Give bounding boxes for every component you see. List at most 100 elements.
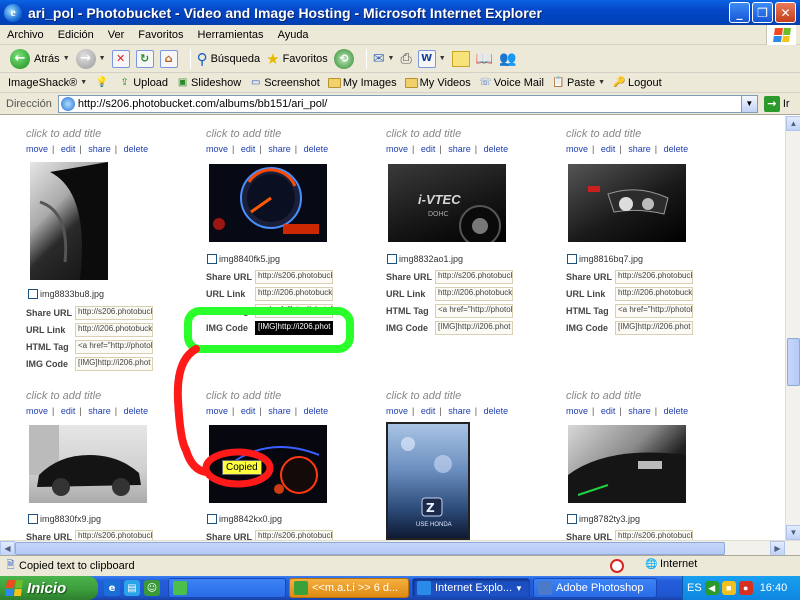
thumbnail-image[interactable] bbox=[568, 164, 686, 242]
discuss-button[interactable] bbox=[451, 50, 470, 67]
favorites-button[interactable]: ★ Favoritos bbox=[266, 50, 328, 68]
home-button[interactable]: ⌂ bbox=[159, 49, 178, 68]
img-code-field-selected[interactable]: [IMG]http://i206.phot bbox=[255, 321, 333, 335]
select-checkbox[interactable] bbox=[567, 514, 577, 524]
thumbnail-image[interactable] bbox=[29, 425, 147, 503]
select-checkbox[interactable] bbox=[207, 254, 217, 264]
imageshack-menu[interactable]: ImageShack® ▼ bbox=[8, 77, 87, 89]
url-link-field[interactable]: http://i206.photobuck bbox=[435, 287, 513, 301]
share-link[interactable]: share bbox=[88, 406, 111, 416]
menu-favoritos[interactable]: Favoritos bbox=[131, 29, 190, 41]
select-checkbox[interactable] bbox=[28, 289, 38, 299]
edit-link[interactable]: edit bbox=[241, 144, 256, 154]
menu-edicion[interactable]: Edición bbox=[51, 29, 101, 41]
move-link[interactable]: move bbox=[206, 144, 228, 154]
menu-herramientas[interactable]: Herramientas bbox=[191, 29, 271, 41]
move-link[interactable]: move bbox=[566, 406, 588, 416]
forward-button[interactable]: → ▼ bbox=[75, 48, 106, 69]
select-checkbox[interactable] bbox=[28, 514, 38, 524]
move-link[interactable]: move bbox=[26, 406, 48, 416]
scroll-left-icon[interactable]: ◀ bbox=[0, 541, 15, 556]
stop-button[interactable]: ✕ bbox=[111, 49, 130, 68]
logout-link[interactable]: 🔑 Logout bbox=[613, 77, 661, 89]
share-link[interactable]: share bbox=[448, 144, 471, 154]
share-link[interactable]: share bbox=[268, 144, 291, 154]
my-videos-link[interactable]: My Videos bbox=[404, 77, 471, 89]
move-link[interactable]: move bbox=[206, 406, 228, 416]
taskbar-item-messenger[interactable] bbox=[168, 578, 286, 598]
thumbnail-image[interactable] bbox=[209, 164, 327, 242]
messenger-quicklaunch-icon[interactable]: ☺ bbox=[144, 580, 160, 596]
thumbnail-image[interactable]: Z USE HONDA bbox=[386, 422, 470, 540]
edit-link[interactable]: edit bbox=[241, 406, 256, 416]
url-link-field[interactable]: http://i206.photobuck bbox=[75, 323, 153, 337]
thumbnail-image[interactable] bbox=[568, 425, 686, 503]
ie-quicklaunch-icon[interactable]: e bbox=[104, 580, 120, 596]
delete-link[interactable]: delete bbox=[484, 144, 509, 154]
upload-link[interactable]: ⇪ Upload bbox=[118, 77, 168, 89]
scroll-right-icon[interactable]: ▶ bbox=[770, 541, 785, 556]
move-link[interactable]: move bbox=[566, 144, 588, 154]
img-code-field[interactable]: [IMG]http://i206.phot bbox=[435, 321, 513, 335]
paste-menu[interactable]: 📋 Paste ▼ bbox=[552, 77, 605, 89]
vertical-scrollbar[interactable]: ▲ ▼ bbox=[785, 116, 800, 540]
desktop-quicklaunch-icon[interactable]: ▤ bbox=[124, 580, 140, 596]
edit-link[interactable]: edit bbox=[421, 144, 436, 154]
forward-dropdown-icon[interactable]: ▼ bbox=[99, 55, 106, 62]
vertical-scroll-thumb[interactable] bbox=[787, 338, 800, 386]
language-indicator[interactable]: ES bbox=[687, 582, 702, 594]
edit-link[interactable]: edit bbox=[601, 144, 616, 154]
voice-mail-link[interactable]: ☏ Voice Mail bbox=[479, 77, 544, 89]
edit-dropdown-icon[interactable]: ▼ bbox=[439, 55, 446, 62]
start-button[interactable]: Inicio bbox=[0, 576, 98, 600]
edit-link[interactable]: edit bbox=[421, 406, 436, 416]
share-link[interactable]: share bbox=[628, 406, 651, 416]
share-url-field[interactable]: http://s206.photobuck bbox=[255, 270, 333, 284]
tile-title[interactable]: click to add title bbox=[26, 390, 206, 406]
bulb-button[interactable]: 💡 bbox=[95, 77, 110, 89]
taskbar-item-photoshop[interactable]: Adobe Photoshop bbox=[533, 578, 657, 598]
html-tag-field[interactable]: <a href="http://photol bbox=[75, 340, 153, 354]
horizontal-scroll-thumb[interactable] bbox=[15, 542, 725, 555]
edit-word-button[interactable]: W ▼ bbox=[417, 49, 446, 68]
tile-title[interactable]: click to add title bbox=[386, 390, 566, 406]
imageshack-dropdown-icon[interactable]: ▼ bbox=[80, 79, 87, 86]
close-button[interactable]: ✕ bbox=[775, 2, 796, 23]
menu-archivo[interactable]: Archivo bbox=[0, 29, 51, 41]
edit-link[interactable]: edit bbox=[601, 406, 616, 416]
delete-link[interactable]: delete bbox=[664, 406, 689, 416]
history-button[interactable]: ⟲ bbox=[333, 48, 354, 69]
antivirus-tray-icon[interactable]: ● bbox=[738, 581, 753, 595]
search-button[interactable]: ⚲ Búsqueda bbox=[197, 50, 261, 68]
thumbnail-image[interactable] bbox=[30, 162, 108, 280]
mail-dropdown-icon[interactable]: ▼ bbox=[388, 55, 395, 62]
print-button[interactable]: ⎙ bbox=[400, 50, 411, 67]
delete-link[interactable]: delete bbox=[484, 406, 509, 416]
delete-link[interactable]: delete bbox=[664, 144, 689, 154]
slideshow-link[interactable]: ▣ Slideshow bbox=[176, 77, 241, 89]
move-link[interactable]: move bbox=[26, 144, 48, 154]
tile-title[interactable]: click to add title bbox=[206, 128, 386, 144]
research-button[interactable]: 📖 bbox=[476, 50, 493, 67]
delete-link[interactable]: delete bbox=[124, 144, 149, 154]
taskbar-item-ie[interactable]: Internet Explo... ▼ bbox=[412, 578, 530, 598]
tile-title[interactable]: click to add title bbox=[26, 128, 206, 144]
select-checkbox[interactable] bbox=[567, 254, 577, 264]
html-tag-field[interactable]: <a href="http://photol bbox=[255, 304, 333, 318]
back-button[interactable]: ← Atrás ▼ bbox=[10, 48, 70, 69]
url-link-field[interactable]: http://i206.photobuck bbox=[255, 287, 333, 301]
address-input[interactable]: http://s206.photobucket.com/albums/bb151… bbox=[57, 94, 758, 113]
tile-title[interactable]: click to add title bbox=[206, 390, 386, 406]
thumbnail-image[interactable]: i-VTEC DOHC bbox=[388, 164, 506, 242]
img-code-field[interactable]: [IMG]http://i206.phot bbox=[75, 357, 153, 371]
move-link[interactable]: move bbox=[386, 144, 408, 154]
url-link-field[interactable]: http://i206.photobuck bbox=[615, 287, 693, 301]
menu-ayuda[interactable]: Ayuda bbox=[271, 29, 316, 41]
messenger-button[interactable]: 👥 bbox=[499, 50, 516, 67]
minimize-button[interactable]: _ bbox=[729, 2, 750, 23]
edit-link[interactable]: edit bbox=[61, 406, 76, 416]
refresh-button[interactable]: ↻ bbox=[135, 49, 154, 68]
horizontal-scrollbar[interactable]: ◀ ▶ bbox=[0, 540, 800, 556]
share-url-field[interactable]: http://s206.photobuck bbox=[75, 306, 153, 320]
share-link[interactable]: share bbox=[628, 144, 651, 154]
